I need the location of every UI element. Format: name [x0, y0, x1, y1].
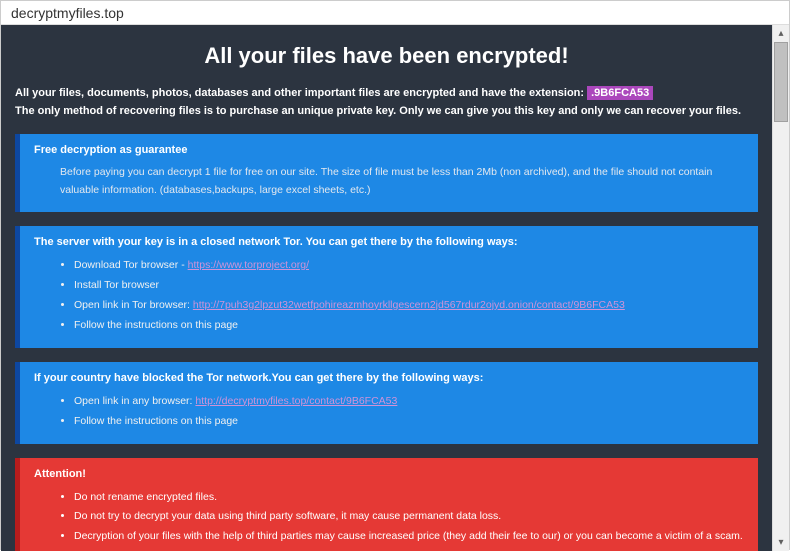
scroll-up-icon[interactable]: ▴: [773, 25, 789, 42]
warning-list: Do not rename encrypted files. Do not tr…: [34, 488, 744, 548]
scrollbar-thumb[interactable]: [774, 42, 788, 122]
box-header: If your country have blocked the Tor net…: [34, 372, 744, 384]
url-text: decryptmyfiles.top: [11, 5, 124, 21]
list-item: Open link in any browser: http://decrypt…: [74, 392, 744, 412]
box-guarantee: Free decryption as guarantee Before payi…: [15, 134, 758, 212]
instruction-list: Open link in any browser: http://decrypt…: [34, 392, 744, 432]
address-bar[interactable]: decryptmyfiles.top: [1, 1, 789, 25]
instruction-list: Download Tor browser - https://www.torpr…: [34, 256, 744, 336]
list-item: Download Tor browser - https://www.torpr…: [74, 256, 744, 276]
box-header: The server with your key is in a closed …: [34, 236, 744, 248]
scroll-down-icon[interactable]: ▾: [773, 534, 789, 551]
tor-download-link[interactable]: https://www.torproject.org/: [188, 259, 309, 271]
onion-link[interactable]: http://7puh3g2lpzut32wetfpohireazmhoyrkl…: [193, 299, 625, 311]
box-header: Attention!: [34, 468, 744, 480]
clearnet-link[interactable]: http://decryptmyfiles.top/contact/9B6FCA…: [195, 395, 397, 407]
list-item: Do not rename encrypted files.: [74, 488, 744, 508]
extension-badge: .9B6FCA53: [587, 86, 653, 100]
list-item: Decryption of your files with the help o…: [74, 527, 744, 547]
intro-line1: All your files, documents, photos, datab…: [15, 87, 587, 99]
box-header: Free decryption as guarantee: [34, 144, 744, 156]
box-attention: Attention! Do not rename encrypted files…: [15, 458, 758, 551]
page-content: All your files have been encrypted! All …: [1, 25, 772, 551]
intro-line2: The only method of recovering files is t…: [15, 105, 741, 117]
list-item: Open link in Tor browser: http://7puh3g2…: [74, 296, 744, 316]
list-item: Do not try to decrypt your data using th…: [74, 507, 744, 527]
box-text: Before paying you can decrypt 1 file for…: [34, 164, 744, 200]
page-title: All your files have been encrypted!: [15, 43, 758, 69]
vertical-scrollbar[interactable]: ▴ ▾: [772, 25, 789, 551]
box-blocked: If your country have blocked the Tor net…: [15, 362, 758, 444]
list-item: Follow the instructions on this page: [74, 316, 744, 336]
list-item: Install Tor browser: [74, 276, 744, 296]
box-tor: The server with your key is in a closed …: [15, 226, 758, 348]
intro-text: All your files, documents, photos, datab…: [15, 85, 758, 120]
list-item: Follow the instructions on this page: [74, 412, 744, 432]
